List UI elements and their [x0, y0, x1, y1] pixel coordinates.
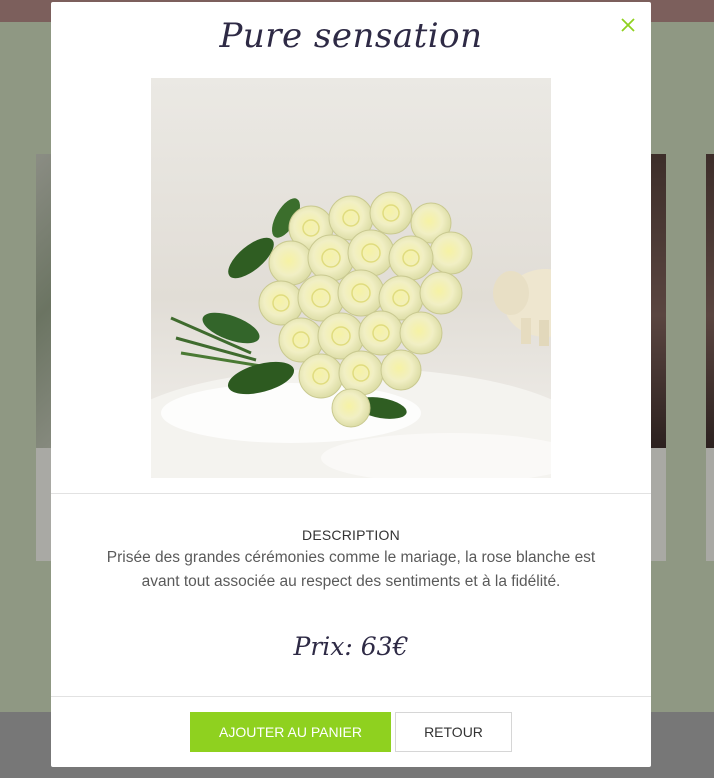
description-text: Prisée des grandes cérémonies comme le m… — [106, 549, 596, 590]
divider — [51, 493, 651, 494]
close-icon[interactable] — [617, 14, 639, 36]
background-product-photo — [706, 154, 714, 448]
price: Prix: 63€ — [293, 632, 409, 661]
product-modal: Pure sensation DESCRIPTION Prisée des gr… — [51, 2, 651, 767]
divider — [51, 696, 651, 697]
back-button[interactable]: RETOUR — [395, 712, 512, 752]
product-image — [151, 78, 551, 478]
add-to-cart-button[interactable]: AJOUTER AU PANIER — [190, 712, 391, 752]
modal-title: Pure sensation — [219, 16, 483, 56]
description-heading: DESCRIPTION — [302, 527, 400, 543]
background-product-card — [706, 154, 714, 561]
